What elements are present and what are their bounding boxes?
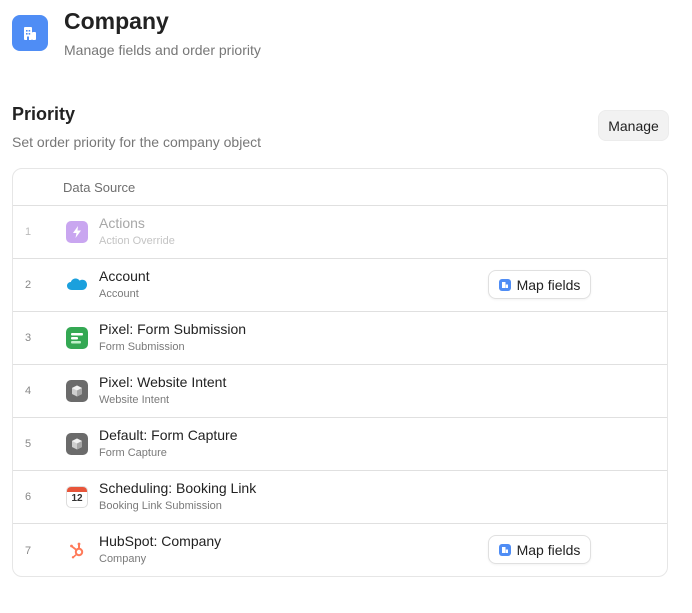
map-fields-label: Map fields — [516, 541, 581, 558]
hubspot-icon — [66, 539, 88, 561]
row-name: Pixel: Website Intent — [99, 374, 227, 390]
row-number: 6 — [25, 491, 32, 503]
table-row[interactable]: 1 Actions Action Override — [13, 206, 667, 259]
row-subtitle: Company — [99, 553, 147, 565]
map-fields-button[interactable]: Map fields — [488, 270, 591, 299]
priority-title: Priority — [12, 104, 76, 124]
manage-button[interactable]: Manage — [598, 110, 669, 141]
row-name: Account — [99, 268, 150, 284]
cube-icon — [66, 433, 88, 455]
building-icon — [12, 15, 48, 51]
row-subtitle: Action Override — [99, 235, 175, 247]
row-name: Scheduling: Booking Link — [99, 480, 257, 496]
page-header: Company Manage fields and order priority — [12, 8, 261, 58]
row-number: 3 — [25, 332, 32, 344]
row-subtitle: Form Submission — [99, 341, 185, 353]
row-number: 7 — [25, 544, 32, 557]
row-subtitle: Booking Link Submission — [99, 500, 222, 512]
building-icon — [498, 278, 511, 291]
row-number: 1 — [25, 226, 32, 238]
calendar-icon: 12 — [66, 486, 88, 508]
table-row[interactable]: 2 Account Account Map fields — [13, 259, 667, 312]
form-icon — [66, 327, 88, 349]
table-header: Data Source — [13, 169, 667, 206]
table-row[interactable]: 3 Pixel: Form Submission Form Submission — [13, 312, 667, 365]
row-subtitle: Form Capture — [99, 447, 167, 459]
row-subtitle: Account — [99, 288, 139, 300]
table-row[interactable]: 4 Pixel: Website Intent Website Intent — [13, 365, 667, 418]
priority-table: Data Source 1 Actions Action Override 2 … — [12, 168, 668, 577]
row-subtitle: Website Intent — [99, 394, 170, 406]
map-fields-button[interactable]: Map fields — [488, 535, 591, 564]
row-number: 4 — [25, 385, 32, 397]
table-row[interactable]: 7 HubSpot: Company Company Map fields — [13, 524, 667, 576]
calendar-day: 12 — [71, 493, 83, 504]
table-row[interactable]: 5 Default: Form Capture Form Capture — [13, 418, 667, 471]
cube-icon — [66, 380, 88, 402]
column-header-data-source: Data Source — [63, 179, 136, 195]
row-number: 2 — [25, 279, 32, 291]
row-name: Default: Form Capture — [99, 427, 238, 443]
row-name: Pixel: Form Submission — [99, 321, 247, 337]
table-row[interactable]: 6 12 Scheduling: Booking Link Booking Li… — [13, 471, 667, 524]
salesforce-cloud-icon — [66, 274, 88, 296]
row-name: Actions — [99, 215, 145, 231]
row-number: 5 — [25, 438, 32, 450]
map-fields-label: Map fields — [516, 276, 581, 293]
building-icon — [498, 543, 511, 556]
row-name: HubSpot: Company — [99, 533, 222, 549]
page-title: Company — [64, 8, 169, 34]
page-subtitle: Manage fields and order priority — [64, 42, 261, 58]
lightning-icon — [66, 221, 88, 243]
priority-subtitle: Set order priority for the company objec… — [12, 134, 262, 150]
